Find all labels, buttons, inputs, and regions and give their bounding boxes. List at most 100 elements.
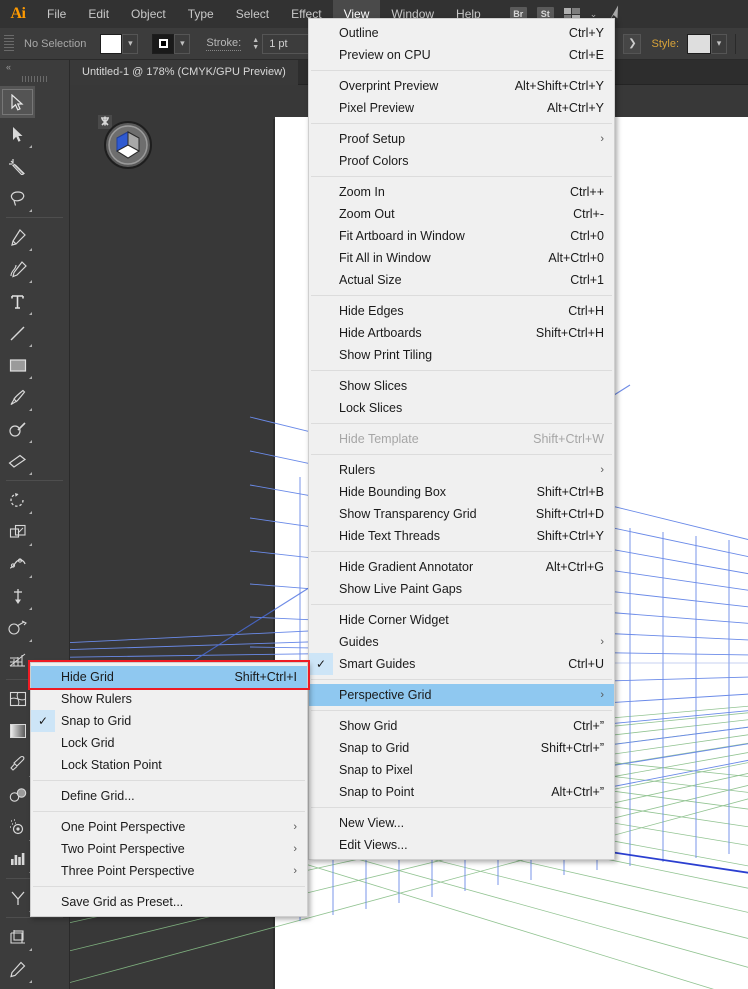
menu-item-hide-gradient-annotator[interactable]: Hide Gradient Annotator Alt+Ctrl+G [309,556,614,578]
style-dropdown-chevron-icon[interactable]: ▾ [711,33,727,54]
menu-item-overprint-preview[interactable]: Overprint Preview Alt+Shift+Ctrl+Y [309,75,614,97]
menu-item-show-grid[interactable]: Show Grid Ctrl+” [309,715,614,737]
type-tool[interactable] [0,285,35,317]
width-tool[interactable] [0,548,35,580]
stroke-weight-label[interactable]: Stroke: [206,37,242,51]
menu-item-snap-to-pixel[interactable]: Snap to Pixel [309,759,614,781]
menu-item-label: Outline [339,26,379,40]
menu-item-snap-to-point[interactable]: Snap to Point Alt+Ctrl+” [309,781,614,803]
menu-item-shortcut: Shift+Ctrl+I [234,670,297,684]
menu-item-hide-artboards[interactable]: Hide Artboards Shift+Ctrl+H [309,322,614,344]
free-transform-tool[interactable] [0,580,35,612]
control-bar-grip[interactable] [4,34,14,53]
perspective-grid-widget[interactable] [98,115,156,173]
rectangle-tool[interactable] [0,349,35,381]
stroke-swatch[interactable] [152,33,175,54]
menu-item-show-transparency-grid[interactable]: Show Transparency Grid Shift+Ctrl+D [309,503,614,525]
fill-swatch[interactable] [100,33,123,54]
document-tab[interactable]: Untitled-1 @ 178% (CMYK/GPU Preview) [70,59,298,85]
menu-item-fit-artboard-in-window[interactable]: Fit Artboard in Window Ctrl+0 [309,225,614,247]
lasso-tool[interactable] [0,182,35,214]
direct-selection-tool[interactable] [0,118,35,150]
menu-item-label: Guides [339,635,379,649]
menu-item-label: Show Grid [339,719,398,733]
menu-item-edit-views[interactable]: Edit Views... [309,834,614,856]
submenu-item-lock-grid[interactable]: Lock Grid [31,732,307,754]
magic-wand-tool[interactable] [0,150,35,182]
menu-item-perspective-grid[interactable]: Perspective Grid › [309,684,614,706]
menu-item-label: Hide Gradient Annotator [339,560,474,574]
submenu-item-snap-to-grid[interactable]: ✓ Snap to Grid [31,710,307,732]
menu-item-shortcut: Ctrl+H [568,304,604,318]
menu-item-label: Rulers [339,463,376,477]
menu-item-proof-setup[interactable]: Proof Setup › [309,128,614,150]
menu-item-proof-colors[interactable]: Proof Colors [309,150,614,172]
eraser-tool[interactable] [0,445,35,477]
pen-tool[interactable] [0,221,35,253]
submenu-item-define-grid[interactable]: Define Grid... [31,785,307,807]
tools-panel-collapse-button[interactable]: « [0,60,69,74]
menu-item-outline[interactable]: Outline Ctrl+Y [309,22,614,44]
menu-separator [311,710,612,711]
pencil-tool[interactable] [0,953,35,985]
shape-builder-tool[interactable] [0,612,35,644]
shaper-tool[interactable] [0,413,35,445]
style-swatch[interactable] [687,33,711,54]
submenu-item-two-point-perspective[interactable]: Two Point Perspective › [31,838,307,860]
tools-panel-grip[interactable] [21,76,48,82]
menu-item-shortcut: Shift+Ctrl+D [535,507,604,521]
menu-item-rulers[interactable]: Rulers › [309,459,614,481]
tools-divider [6,480,63,481]
perspective-grid-submenu[interactable]: Hide Grid Shift+Ctrl+I Show Rulers ✓ Snap to… [30,662,308,917]
view-menu-dropdown[interactable]: Outline Ctrl+Y Preview on CPU Ctrl+E Overpri… [308,18,615,860]
menu-item-preview-on-cpu[interactable]: Preview on CPU Ctrl+E [309,44,614,66]
menu-item-zoom-out[interactable]: Zoom Out Ctrl+- [309,203,614,225]
menu-item-show-slices[interactable]: Show Slices [309,375,614,397]
menu-item-fit-all-in-window[interactable]: Fit All in Window Alt+Ctrl+0 [309,247,614,269]
menu-bar-item-edit[interactable]: Edit [77,0,120,28]
menu-bar-item-file[interactable]: File [36,0,77,28]
fill-dropdown-chevron-icon[interactable]: ▾ [122,33,139,54]
curvature-tool[interactable] [0,253,35,285]
stroke-weight-stepper[interactable]: ▲ ▼ [249,34,262,54]
menu-item-smart-guides[interactable]: ✓ Smart Guides Ctrl+U [309,653,614,675]
menu-item-guides[interactable]: Guides › [309,631,614,653]
submenu-item-save-grid-as-preset[interactable]: Save Grid as Preset... [31,891,307,913]
menu-item-snap-to-grid[interactable]: Snap to Grid Shift+Ctrl+” [309,737,614,759]
selection-status-label: No Selection [24,37,87,50]
menu-item-show-print-tiling[interactable]: Show Print Tiling [309,344,614,366]
menu-item-lock-slices[interactable]: Lock Slices [309,397,614,419]
menu-item-hide-bounding-box[interactable]: Hide Bounding Box Shift+Ctrl+B [309,481,614,503]
menu-item-label: Hide Grid [61,670,114,684]
control-bar-overflow-button[interactable]: ❯ [623,33,642,54]
submenu-item-lock-station-point[interactable]: Lock Station Point [31,754,307,776]
selection-tool[interactable] [0,86,35,118]
menu-item-pixel-preview[interactable]: Pixel Preview Alt+Ctrl+Y [309,97,614,119]
menu-item-hide-text-threads[interactable]: Hide Text Threads Shift+Ctrl+Y [309,525,614,547]
rotate-tool[interactable] [0,484,35,516]
menu-bar-item-type[interactable]: Type [177,0,225,28]
menu-item-label: Actual Size [339,273,402,287]
menu-item-label: Snap to Grid [61,714,132,728]
submenu-item-three-point-perspective[interactable]: Three Point Perspective › [31,860,307,882]
submenu-item-hide-grid[interactable]: Hide Grid Shift+Ctrl+I [31,666,307,688]
menu-bar-item-object[interactable]: Object [120,0,177,28]
menu-item-actual-size[interactable]: Actual Size Ctrl+1 [309,269,614,291]
menu-item-label: Show Rulers [61,692,132,706]
menu-item-hide-edges[interactable]: Hide Edges Ctrl+H [309,300,614,322]
artboard-tool[interactable] [0,921,35,953]
stroke-dropdown-chevron-icon[interactable]: ▾ [174,33,191,54]
menu-bar-item-select[interactable]: Select [225,0,280,28]
scale-tool[interactable] [0,516,35,548]
submenu-item-show-rulers[interactable]: Show Rulers [31,688,307,710]
menu-item-new-view[interactable]: New View... [309,812,614,834]
menu-item-label: Overprint Preview [339,79,439,93]
menu-item-show-live-paint-gaps[interactable]: Show Live Paint Gaps [309,578,614,600]
paintbrush-tool[interactable] [0,381,35,413]
submenu-item-one-point-perspective[interactable]: One Point Perspective › [31,816,307,838]
chevron-right-icon: › [600,636,604,648]
hand-tool[interactable] [0,985,35,989]
line-segment-tool[interactable] [0,317,35,349]
menu-item-zoom-in[interactable]: Zoom In Ctrl++ [309,181,614,203]
menu-item-hide-corner-widget[interactable]: Hide Corner Widget [309,609,614,631]
